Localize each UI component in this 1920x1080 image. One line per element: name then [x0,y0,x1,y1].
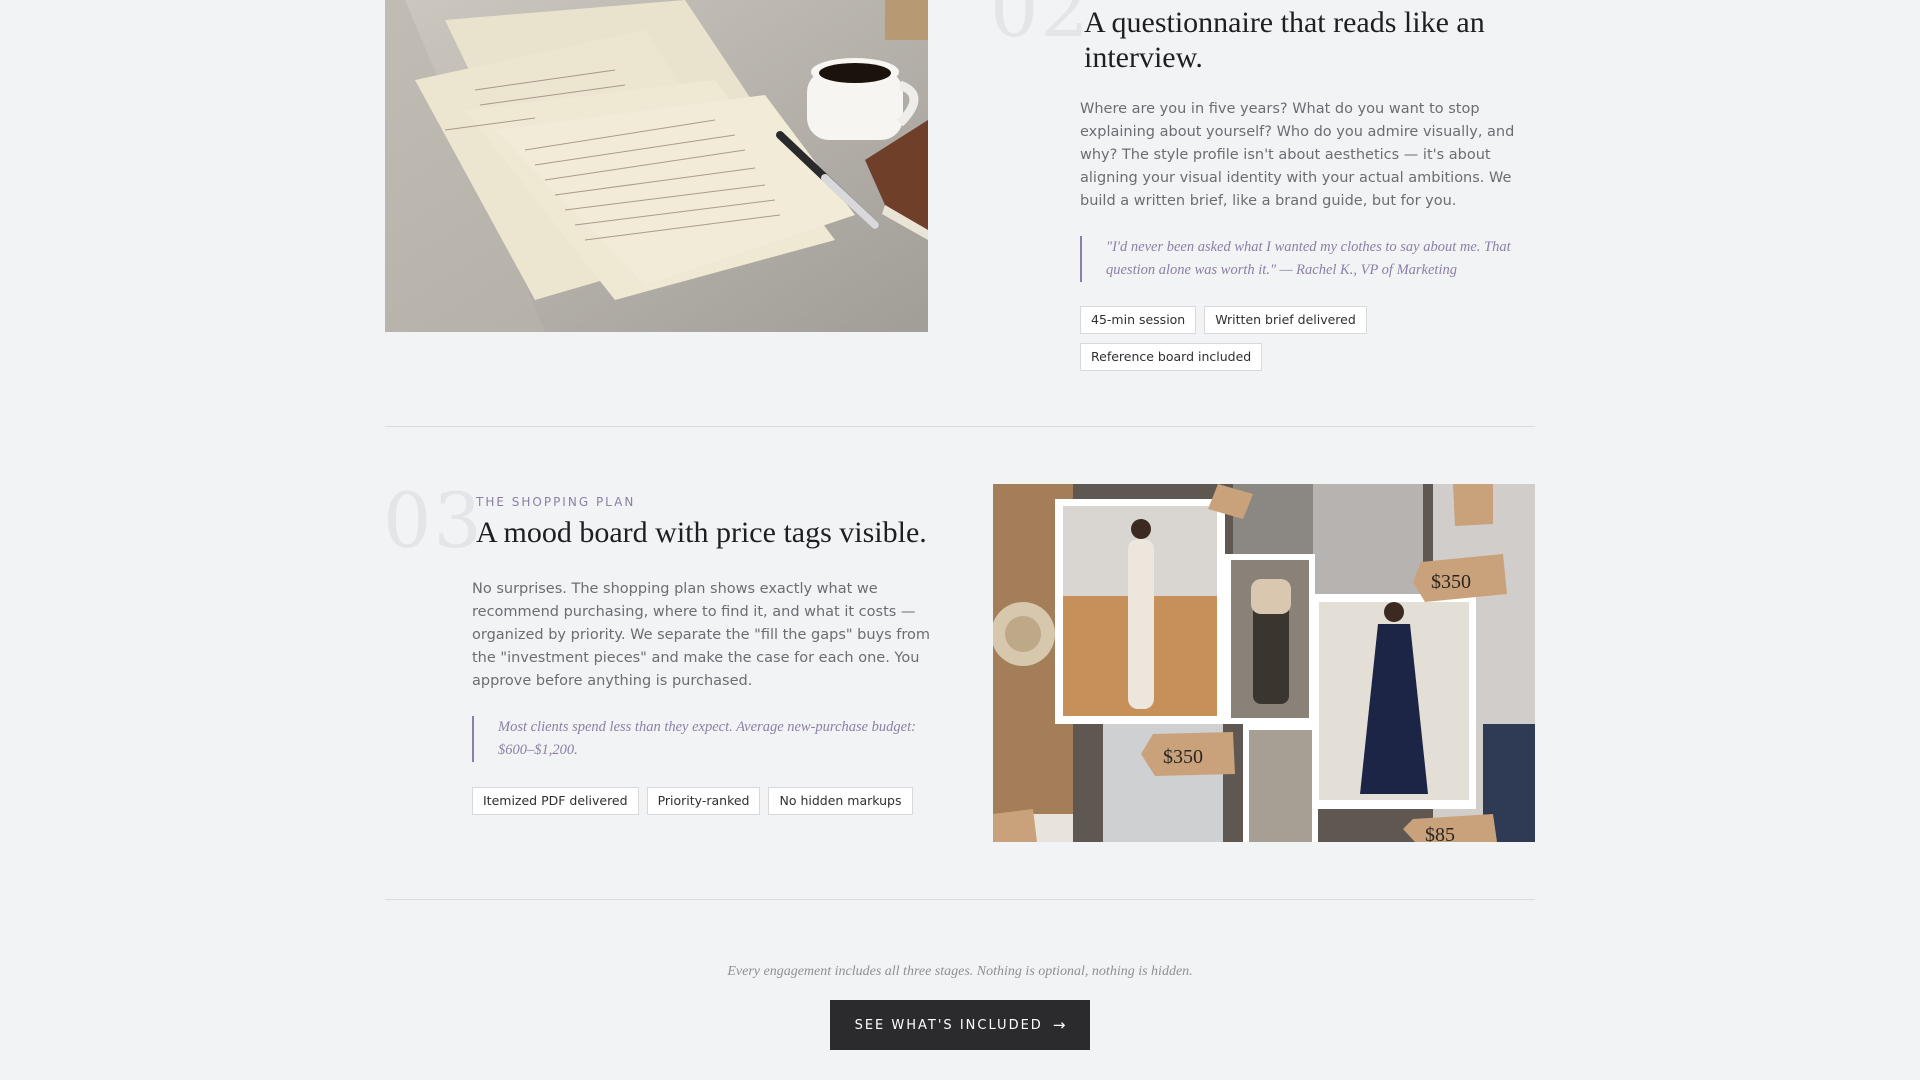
svg-text:$85: $85 [1425,824,1455,842]
section-body: No surprises. The shopping plan shows ex… [472,581,931,689]
see-whats-included-button[interactable]: SEE WHAT'S INCLUDED → [830,1000,1090,1050]
price-tag: $350 [1141,732,1235,776]
cta-label: SEE WHAT'S INCLUDED [854,1017,1043,1033]
tag: No hidden markups [768,787,913,815]
section-body: Where are you in five years? What do you… [1080,101,1515,209]
step-number: 02 [990,0,1091,54]
section-heading: A mood board with price tags visible. [476,516,927,549]
questionnaire-photo [385,0,928,332]
step-number: 03 [383,476,484,565]
tag: Reference board included [1080,343,1263,371]
tag: 45-min session [1080,306,1197,334]
statistic-quote: Most clients spend less than they expect… [472,716,918,762]
tag: Itemized PDF delivered [472,787,639,815]
svg-text:$350: $350 [1163,746,1203,768]
tag: Priority-ranked [646,787,761,815]
section-heading: A questionnaire that reads like an inter… [1084,6,1485,74]
section-divider [385,899,1535,900]
arrow-right-icon: → [1052,1016,1066,1034]
section-eyebrow: THE SHOPPING PLAN [476,495,636,509]
testimonial-quote: "I'd never been asked what I wanted my c… [1080,236,1526,282]
feature-tags: 45-min session Written brief delivered R… [1080,306,1520,371]
tag: Written brief delivered [1204,306,1367,334]
section-divider [385,426,1535,427]
mood-board-photo: $350 $350 $85 [993,484,1535,842]
svg-text:$350: $350 [1431,571,1471,593]
feature-tags: Itemized PDF delivered Priority-ranked N… [472,787,952,815]
footer-note: Every engagement includes all three stag… [727,964,1193,979]
